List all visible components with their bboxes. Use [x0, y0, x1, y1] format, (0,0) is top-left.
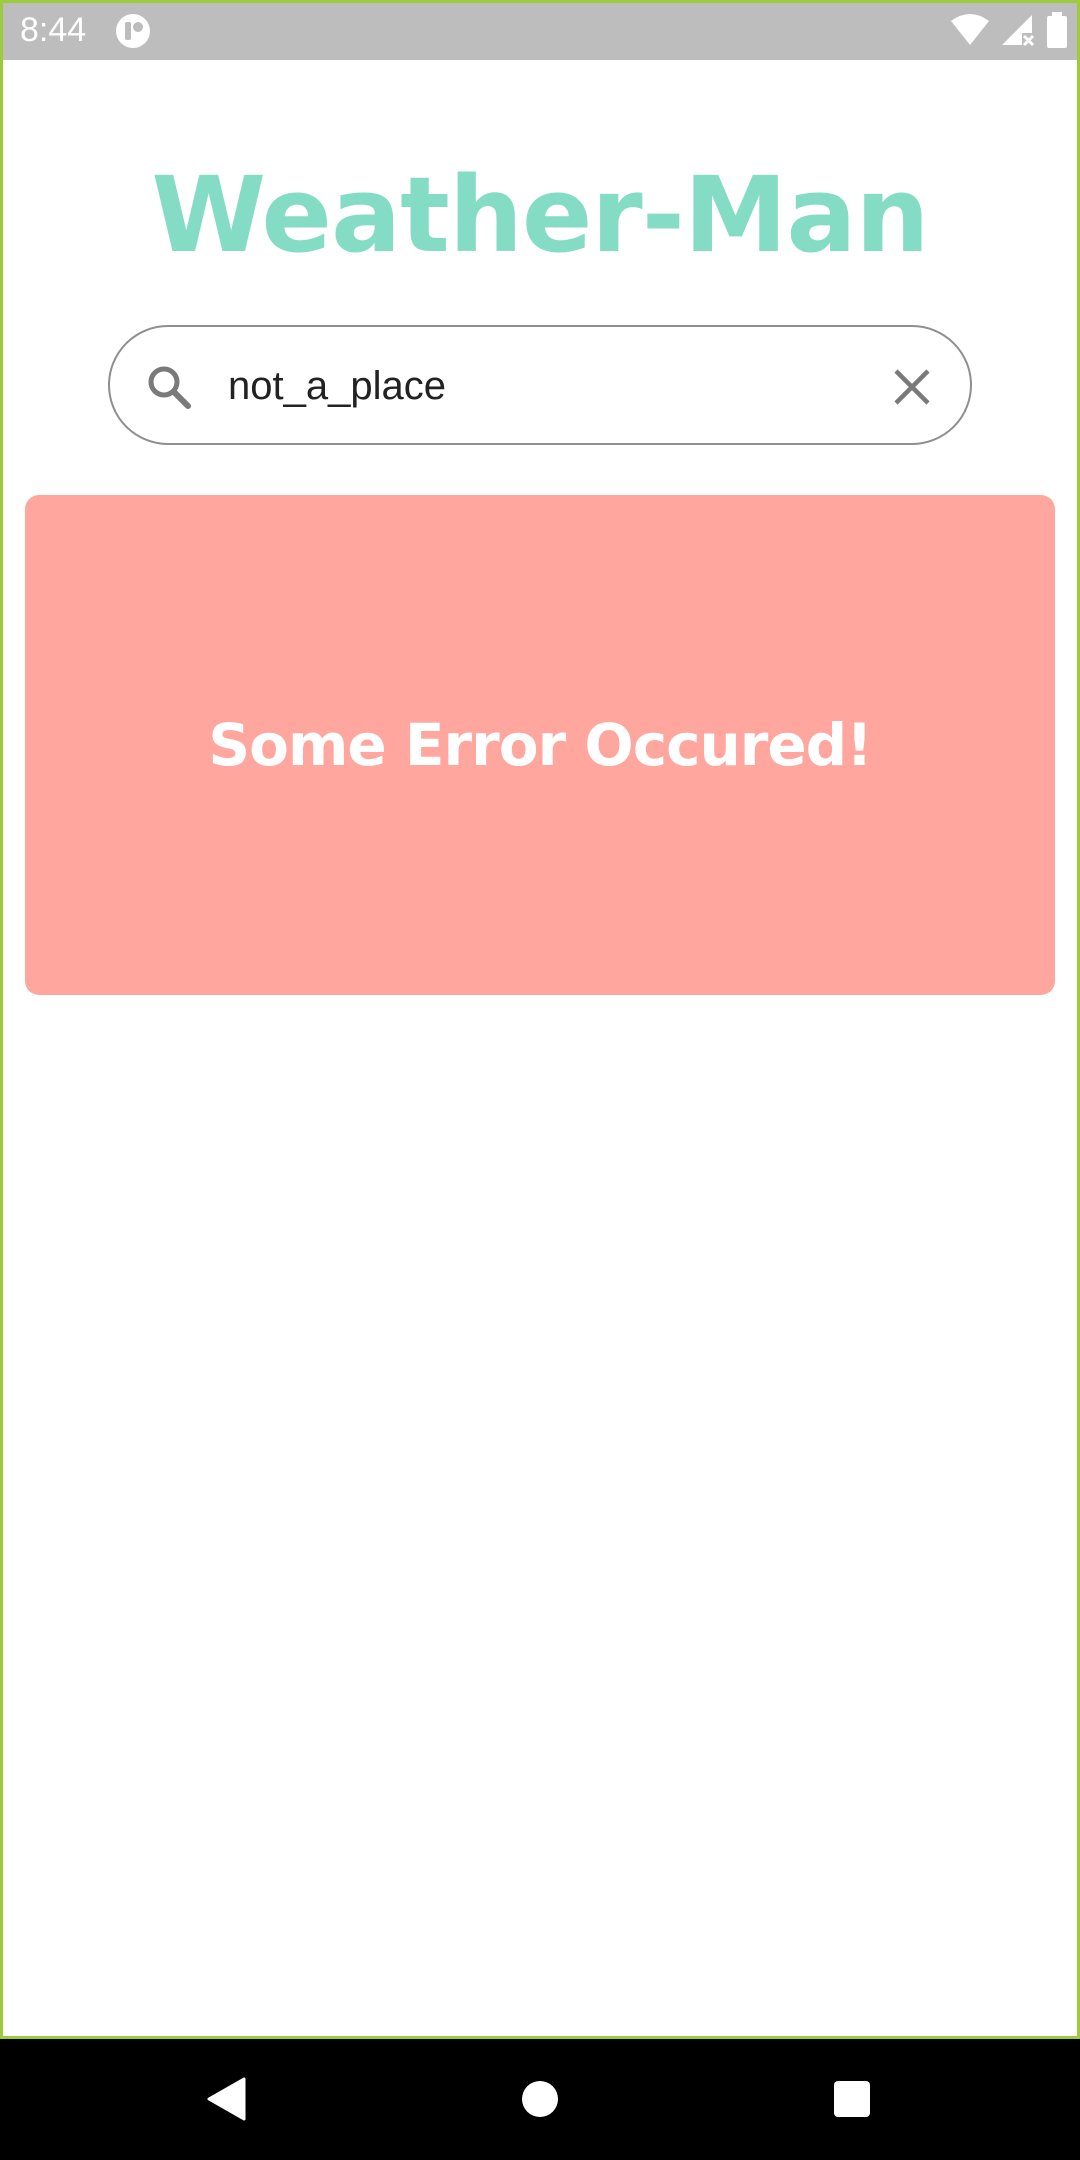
app-title: Weather-Man — [151, 154, 929, 276]
recents-square-icon[interactable] — [832, 2079, 872, 2119]
error-message: Some Error Occured! — [208, 711, 872, 779]
signal-no-service-icon — [1002, 15, 1035, 47]
back-triangle-icon[interactable] — [206, 2077, 246, 2121]
status-time: 8:44 — [20, 11, 87, 49]
search-input[interactable] — [228, 351, 828, 421]
search-bar[interactable] — [108, 325, 972, 445]
battery-icon — [1047, 12, 1067, 48]
close-icon[interactable] — [892, 367, 932, 407]
home-circle-icon[interactable] — [520, 2079, 560, 2119]
back-button[interactable] — [196, 2069, 256, 2129]
clear-search-button[interactable] — [882, 357, 942, 417]
wifi-icon — [951, 14, 989, 45]
app-notification-icon — [116, 14, 150, 48]
recents-button[interactable] — [822, 2069, 882, 2129]
navigation-bar — [0, 2039, 1080, 2160]
phone-screen: 8:44 Weather-Man not_a_place Some Error … — [0, 0, 1080, 2160]
home-button[interactable] — [510, 2069, 570, 2129]
status-icons — [950, 10, 1068, 50]
status-bar: 8:44 — [0, 0, 1080, 60]
error-card: Some Error Occured! — [25, 495, 1055, 995]
search-icon[interactable] — [144, 362, 194, 412]
